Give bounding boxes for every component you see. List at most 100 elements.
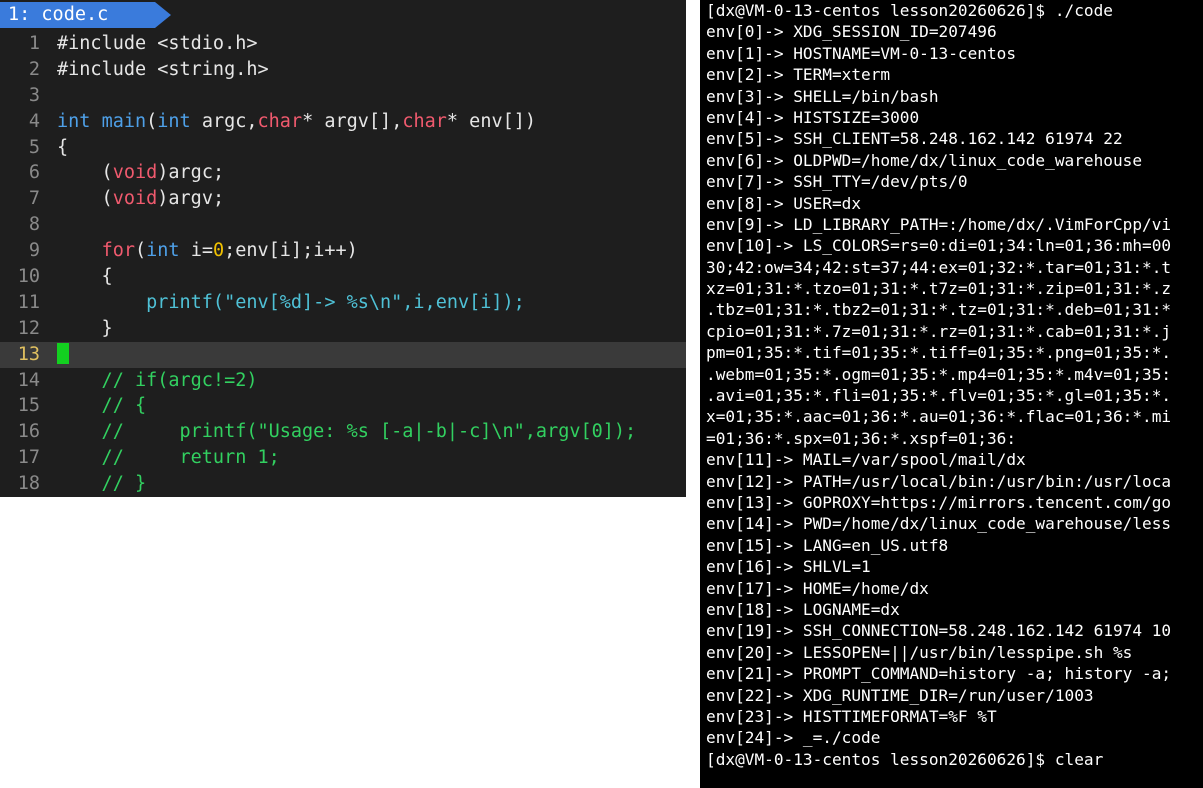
terminal-window[interactable]: [dx@VM-0-13-centos lesson20260626]$ ./co… — [700, 0, 1203, 788]
terminal-line: env[10]-> LS_COLORS=rs=0:di=01;34:ln=01;… — [706, 236, 1172, 256]
code-token: i= — [190, 240, 213, 262]
code-text: int main(int argc,char* argv[],char* env… — [57, 109, 536, 135]
code-token: } — [57, 317, 113, 339]
code-token: ;env[i];i++) — [224, 240, 358, 262]
code-text: #include <stdio.h> — [57, 31, 257, 57]
line-number: 8 — [28, 214, 40, 236]
terminal-line: env[17]-> HOME=/home/dx — [706, 578, 929, 598]
code-token: main — [101, 110, 147, 132]
code-line[interactable]: 12 } — [0, 316, 686, 342]
code-token: )argv; — [157, 188, 225, 210]
code-text: // } — [57, 471, 147, 497]
code-line[interactable]: 11 printf("env[%d]-> %s\n",i,env[i]); — [0, 290, 686, 316]
line-number: 13 — [17, 343, 40, 365]
code-text: #include <string.h> — [57, 57, 269, 83]
line-number: 16 — [17, 421, 40, 443]
line-number: 3 — [28, 84, 40, 106]
code-token: { — [57, 136, 69, 158]
code-text: // if(argc!=2) — [57, 368, 258, 394]
code-token: // if(argc!=2) — [57, 369, 258, 391]
code-token: #include <stdio.h> — [57, 33, 258, 54]
code-area[interactable]: 1 #include <stdio.h> 2 #include <string.h> 3… — [0, 31, 686, 497]
terminal-line: env[18]-> LOGNAME=dx — [706, 599, 900, 619]
terminal-line: env[20]-> LESSOPEN=||/usr/bin/lesspipe.s… — [706, 642, 1133, 662]
code-line[interactable]: 4 int main(int argc,char* argv[],char* en… — [0, 109, 686, 135]
code-text: // return 1; — [57, 445, 280, 471]
terminal-line: .avi=01;35:*.fli=01;35:*.flv=01;35:*.gl=… — [706, 386, 1172, 406]
code-line[interactable]: 6 (void)argc; — [0, 160, 686, 186]
code-line[interactable]: 13 — [0, 341, 686, 368]
code-line[interactable]: 14 // if(argc!=2) — [0, 368, 686, 394]
code-token: { — [57, 266, 113, 288]
code-line[interactable]: 3 — [0, 83, 686, 109]
code-text: // printf("Usage: %s [-a|-b|-c]\n",argv[… — [57, 419, 637, 445]
terminal-line: env[9]-> LD_LIBRARY_PATH=:/home/dx/.VimF… — [706, 214, 1172, 234]
code-line[interactable]: 9 for(int i=0;env[i];i++) — [0, 238, 686, 264]
code-token: ( — [134, 240, 147, 262]
line-number: 11 — [17, 291, 40, 313]
line-number: 6 — [28, 162, 40, 184]
terminal-line: env[4]-> HISTSIZE=3000 — [706, 107, 920, 127]
code-text: printf("env[%d]-> %s\n",i,env[i]); — [57, 290, 525, 316]
code-token: * env[]) — [446, 110, 537, 132]
terminal-line: env[23]-> HISTTIMEFORMAT=%F %T — [706, 706, 997, 726]
line-number: 17 — [17, 447, 40, 469]
code-editor[interactable]: 1: code.c 1 #include <stdio.h> 2 #include <… — [0, 0, 686, 497]
terminal-line: env[15]-> LANG=en_US.utf8 — [706, 535, 949, 555]
code-token: * argv[], — [302, 110, 403, 132]
tab-arrow-decoration — [155, 2, 171, 28]
code-token: ( — [57, 162, 113, 184]
code-line[interactable]: 16 // printf("Usage: %s [-a|-b|-c]\n",ar… — [0, 419, 686, 445]
terminal-line: env[22]-> XDG_RUNTIME_DIR=/run/user/1003 — [706, 685, 1094, 705]
code-token: printf("env[%d]-> %s\n",i,env[i]); — [146, 291, 525, 313]
code-token: int — [57, 110, 102, 132]
code-line[interactable]: 5{ — [0, 135, 686, 161]
code-text: { — [57, 264, 113, 290]
code-line[interactable]: 2 #include <string.h> — [0, 57, 686, 83]
tab-code-c[interactable]: 1: code.c — [0, 2, 155, 28]
terminal-line: pm=01;35:*.tif=01;35:*.tiff=01;35:*.png=… — [706, 343, 1172, 363]
code-token: int — [157, 110, 202, 132]
terminal-line: env[11]-> MAIL=/var/spool/mail/dx — [706, 450, 1026, 470]
line-number: 9 — [28, 240, 40, 262]
code-text: for(int i=0;env[i];i++) — [57, 238, 358, 264]
terminal-line: env[24]-> _=./code — [706, 728, 881, 748]
code-token: )argc; — [157, 162, 225, 184]
code-token: #include <string.h> — [57, 58, 269, 80]
code-text: (void)argc; — [57, 160, 225, 186]
code-text: (void)argv; — [57, 186, 225, 212]
text-cursor — [57, 342, 69, 364]
code-token: int — [146, 240, 191, 262]
terminal-line: env[0]-> XDG_SESSION_ID=207496 — [706, 22, 997, 42]
terminal-line: env[5]-> SSH_CLIENT=58.248.162.142 61974… — [706, 129, 1123, 149]
code-token: char — [257, 110, 303, 132]
code-token: char — [402, 110, 447, 132]
code-line[interactable]: 10 { — [0, 264, 686, 290]
code-line[interactable]: 18 // } — [0, 471, 686, 497]
terminal-line: cpio=01;31:*.7z=01;31:*.rz=01;31:*.cab=0… — [706, 321, 1172, 341]
line-number: 4 — [28, 110, 40, 132]
code-line[interactable]: 15 // { — [0, 393, 686, 419]
code-text: // { — [57, 393, 147, 419]
terminal-line: [dx@VM-0-13-centos lesson20260626]$ clea… — [706, 749, 1104, 769]
line-number: 10 — [17, 266, 40, 288]
code-token: 0 — [212, 240, 225, 262]
terminal-line: env[13]-> GOPROXY=https://mirrors.tencen… — [706, 492, 1172, 512]
line-number: 18 — [17, 473, 40, 495]
code-line[interactable]: 17 // return 1; — [0, 445, 686, 471]
terminal-line: env[12]-> PATH=/usr/local/bin:/usr/bin:/… — [706, 471, 1172, 491]
line-number: 14 — [17, 369, 40, 391]
code-line[interactable]: 8 — [0, 212, 686, 238]
terminal-line: x=01;35:*.aac=01;36:*.au=01;36:*.flac=01… — [706, 407, 1172, 427]
code-line[interactable]: 7 (void)argv; — [0, 186, 686, 212]
terminal-line: env[19]-> SSH_CONNECTION=58.248.162.142 … — [706, 621, 1172, 641]
code-text: { — [57, 135, 68, 161]
code-text: } — [57, 316, 113, 342]
code-token: for — [101, 240, 135, 262]
code-line[interactable]: 1 #include <stdio.h> — [0, 31, 686, 57]
terminal-line: env[1]-> HOSTNAME=VM-0-13-centos — [706, 43, 1017, 63]
line-number: 1 — [28, 33, 40, 54]
terminal-line: env[2]-> TERM=xterm — [706, 65, 891, 85]
